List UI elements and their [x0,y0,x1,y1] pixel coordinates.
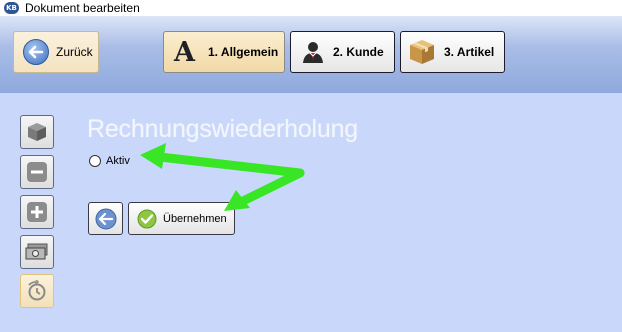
window-title: Dokument bearbeiten [25,1,140,15]
active-option[interactable]: Aktiv [89,155,130,167]
apply-button[interactable]: Übernehmen [128,202,235,235]
box-icon [408,38,436,66]
tab-kunde[interactable]: 2. Kunde [290,31,395,73]
tab-kunde-label: 2. Kunde [333,45,384,59]
recurrence-clock-icon [26,280,48,302]
money-icon [25,241,49,263]
page-title: Rechnungswiederholung [87,115,358,143]
box-icon [26,121,48,143]
tab-artikel-label: 3. Artikel [444,45,495,59]
sidebar-item-article[interactable] [20,115,54,149]
back-button[interactable]: Zurück [13,31,99,73]
sidebar-item-recurrence[interactable] [20,274,54,308]
sidebar-item-remove[interactable] [20,155,54,189]
active-radio[interactable] [89,155,101,167]
plus-icon [26,201,48,223]
back-arrow-icon [23,39,49,65]
back-button-label: Zurück [56,45,93,59]
back-arrow-icon [95,208,117,230]
tab-allgemein-label: 1. Allgemein [208,45,279,59]
header-toolbar: Zurück A 1. Allgemein 2. Kunde 3. Artike… [0,16,622,93]
checkmark-icon [137,209,157,229]
sidebar-item-payment[interactable] [20,235,54,269]
tab-allgemein[interactable]: A 1. Allgemein [163,31,285,73]
active-label: Aktiv [106,155,130,167]
app-logo: KB [4,2,19,14]
sidebar-item-add[interactable] [20,195,54,229]
person-icon [301,40,325,64]
apply-button-label: Übernehmen [163,212,227,225]
window-titlebar: KB Dokument bearbeiten [0,0,622,16]
minus-icon [26,161,48,183]
letter-a-icon: A [174,36,195,68]
previous-button[interactable] [88,202,123,235]
tab-artikel[interactable]: 3. Artikel [400,31,505,73]
